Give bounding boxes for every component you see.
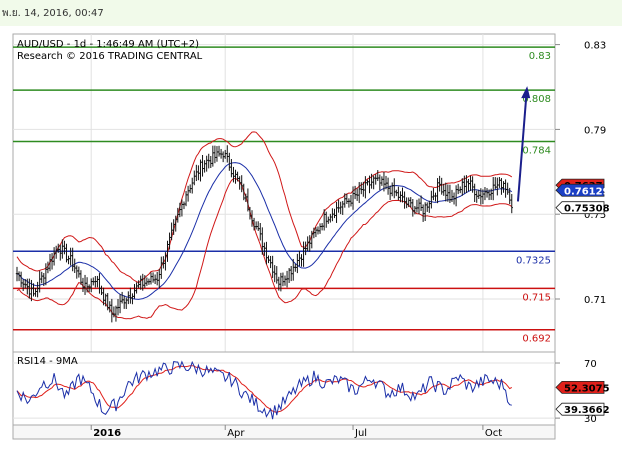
rsi-tag: 52.3075 [555, 380, 610, 394]
y-tick-label: 0.71 [584, 295, 606, 306]
rsi-tags: 52.3075 39.3662 [555, 380, 610, 416]
rsi-tag-label: 39.3662 [564, 405, 610, 416]
y-tick-label: 0.83 [584, 41, 606, 52]
price-tags: 0.76370.761290.75308 [555, 178, 610, 215]
chart-area: 0.830.8080.7840.73250.7150.692 AUD/USD -… [12, 33, 610, 440]
price-tag-label: 0.75308 [564, 204, 610, 215]
price-tag: 0.76129 [555, 183, 610, 197]
level-label: 0.7325 [516, 255, 551, 266]
price-tag-label: 0.76129 [564, 186, 610, 197]
main-chart-subtitle: Research © 2016 TRADING CENTRAL [17, 51, 203, 62]
level-label: 0.715 [522, 292, 551, 303]
rsi-y-tick-label: 70 [584, 359, 597, 370]
main-y-axis: 0.830.790.750.71 [555, 41, 606, 306]
rsi-tag-label: 52.3075 [564, 383, 610, 394]
price-tag: 0.75308 [555, 201, 610, 215]
x-tick-label: Oct [485, 428, 502, 439]
x-tick-label: 2016 [93, 428, 121, 439]
rsi-title: RSI14 - 9MA [17, 356, 78, 367]
y-tick-label: 0.79 [584, 125, 606, 136]
level-label: 0.692 [522, 334, 551, 345]
level-label: 0.83 [529, 51, 551, 62]
main-chart-title: AUD/USD - 1d - 1:46:49 AM (UTC+2) [17, 39, 199, 50]
level-label: 0.784 [522, 145, 551, 156]
x-tick-label: Jul [354, 428, 367, 439]
rsi-panel: RSI14 - 9MA [12, 351, 556, 426]
x-tick-label: Apr [227, 428, 245, 439]
rsi-tag: 39.3662 [555, 402, 610, 416]
